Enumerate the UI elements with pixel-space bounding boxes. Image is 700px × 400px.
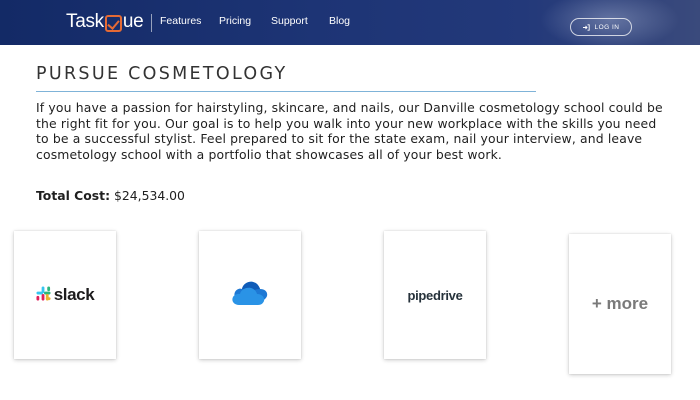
nav-link-blog[interactable]: Blog xyxy=(329,15,350,27)
nav-link-features[interactable]: Features xyxy=(160,15,201,27)
login-icon xyxy=(582,23,591,31)
slack-logo: slack xyxy=(36,285,95,305)
pipedrive-wordmark: pipedrive xyxy=(407,287,463,303)
onedrive-cloud-icon xyxy=(230,279,270,311)
logo-text-end: ue xyxy=(122,11,144,32)
more-label: + more xyxy=(591,294,649,313)
slack-wordmark: slack xyxy=(53,285,95,304)
total-cost-value: $24,534.00 xyxy=(113,188,185,203)
total-cost-label: Total Cost: xyxy=(36,188,111,203)
taskque-logo[interactable]: Task ue xyxy=(66,11,144,33)
login-label: LOG IN xyxy=(594,23,620,31)
integration-card-pipedrive[interactable]: pipedrive xyxy=(384,231,486,359)
integration-card-onedrive[interactable] xyxy=(199,231,301,359)
integration-card-more[interactable]: + more xyxy=(569,234,671,374)
slack-icon xyxy=(36,285,51,305)
check-icon xyxy=(104,14,122,32)
logo-divider xyxy=(151,14,152,32)
integration-card-slack[interactable]: slack xyxy=(14,231,116,359)
total-cost: Total Cost: $24,534.00 xyxy=(36,188,185,203)
logo-text-start: Task xyxy=(66,11,104,32)
nav-link-pricing[interactable]: Pricing xyxy=(219,15,251,27)
nav-link-support[interactable]: Support xyxy=(271,15,308,27)
login-button[interactable]: LOG IN xyxy=(570,18,632,36)
top-navigation: Task ue Features Pricing Support Blog LO… xyxy=(0,0,700,45)
page-title: PURSUE COSMETOLOGY xyxy=(36,64,288,84)
title-underline xyxy=(36,91,536,92)
program-description: If you have a passion for hairstyling, s… xyxy=(36,100,663,162)
